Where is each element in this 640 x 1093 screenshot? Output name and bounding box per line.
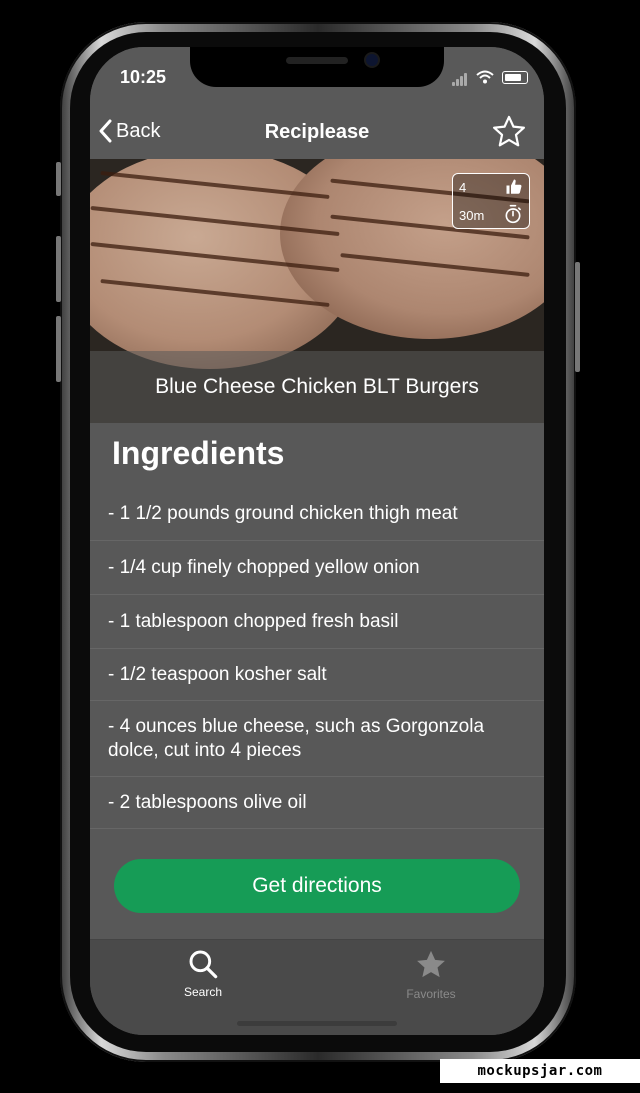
- home-indicator: [237, 1021, 397, 1026]
- ingredients-heading: Ingredients: [112, 435, 285, 471]
- tab-search[interactable]: Search: [143, 948, 263, 999]
- recipe-image: 4 30m Blue Cheese Chicken BLT Burgers: [90, 159, 544, 423]
- ingredient-item: - 1 1/2 pounds ground chicken thigh meat: [90, 487, 544, 541]
- ingredient-item: - 4 ounces blue cheese, such as Gorgonzo…: [90, 701, 544, 777]
- nav-title: Reciplease: [264, 121, 370, 143]
- recipe-title-band: Blue Cheese Chicken BLT Burgers: [90, 351, 544, 423]
- tab-favorites-label: Favorites: [406, 987, 456, 1001]
- star-outline-icon: [493, 115, 525, 147]
- front-camera: [366, 54, 378, 66]
- tab-search-label: Search: [183, 985, 223, 999]
- signal-icon: [452, 68, 468, 86]
- status-time: 10:25: [120, 67, 167, 87]
- recipe-title: Blue Cheese Chicken BLT Burgers: [155, 375, 479, 398]
- thumbs-up-icon: [506, 179, 522, 194]
- status-icons: [452, 68, 528, 86]
- wifi-icon: [476, 70, 494, 84]
- get-directions-button[interactable]: Get directions: [114, 859, 520, 913]
- search-icon: [189, 950, 218, 979]
- volume-up-button: [56, 236, 61, 302]
- ingredient-item: - 1 tablespoon chopped fresh basil: [90, 595, 544, 649]
- phone-screen: 10:25 Back Reciplease 4 30m Blue Cheese …: [90, 47, 544, 1035]
- watermark: mockupsjar.com: [440, 1059, 640, 1083]
- duration-label: 30m: [459, 208, 485, 223]
- navigation-bar: Back Reciplease: [90, 109, 544, 157]
- ingredients-list: - 1 1/2 pounds ground chicken thigh meat…: [90, 487, 544, 829]
- notch: [190, 47, 444, 87]
- power-button: [575, 262, 580, 372]
- ingredients-section: Ingredients - 1 1/2 pounds ground chicke…: [90, 423, 544, 939]
- stopwatch-icon: [505, 204, 521, 224]
- star-icon: [417, 950, 445, 978]
- ingredient-item: - 1/4 cup finely chopped yellow onion: [90, 541, 544, 595]
- recipe-info-badge: 4 30m: [452, 173, 530, 229]
- ingredient-item: - 1/2 teaspoon kosher salt: [90, 649, 544, 701]
- likes-count: 4: [459, 180, 467, 195]
- mute-switch: [56, 162, 61, 196]
- earpiece-speaker: [286, 57, 348, 64]
- volume-down-button: [56, 316, 61, 382]
- battery-icon: [502, 70, 528, 84]
- tab-favorites[interactable]: Favorites: [371, 948, 491, 1001]
- favorite-button[interactable]: [490, 113, 528, 156]
- ingredient-item: - 2 tablespoons olive oil: [90, 777, 544, 829]
